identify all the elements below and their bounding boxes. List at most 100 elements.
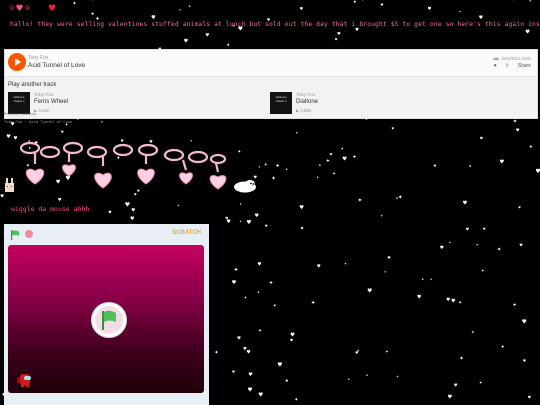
star-sparkle-icon: ✦	[459, 10, 462, 14]
star-sparkle-icon: ✦	[177, 204, 180, 208]
star-sparkle-icon: ♥	[335, 37, 338, 41]
star-sparkle-icon: ♥	[108, 210, 112, 215]
seal-pixel-icon	[234, 180, 256, 193]
star-sparkle-icon: ♥	[353, 0, 356, 4]
star-sparkle-icon: ♥	[330, 153, 333, 157]
privacy-policy-link[interactable]: Privacy policy	[4, 111, 36, 116]
star-sparkle-icon: ♥	[300, 6, 304, 11]
star-sparkle-icon: ♥	[125, 201, 130, 208]
star-sparkle-icon: ✦	[239, 202, 242, 206]
star-sparkle-icon: ♥	[290, 338, 294, 343]
star-sparkle-icon: ✦	[481, 268, 485, 273]
star-sparkle-icon: ♥	[248, 372, 253, 378]
star-sparkle-icon: ✦	[239, 220, 242, 224]
track-credit-link[interactable]: Toby Fox · Acid Tunnel of Love	[4, 119, 73, 124]
star-sparkle-icon: ♥	[246, 349, 250, 355]
share-button[interactable]: ⇪ Share	[505, 63, 531, 69]
star-sparkle-icon: ✦	[513, 118, 518, 125]
star-sparkle-icon: ✦	[361, 0, 364, 2]
star-sparkle-icon: ♥	[255, 213, 260, 219]
star-sparkle-icon: ✦	[471, 330, 475, 335]
star-sparkle-icon: ✦	[275, 163, 280, 170]
star-sparkle-icon: ♥	[232, 370, 235, 374]
star-sparkle-icon: ♥	[387, 255, 391, 260]
star-sparkle-icon: ♥	[13, 135, 17, 141]
star-sparkle-icon: ♥	[91, 12, 94, 16]
crewmate-sprite-icon	[17, 374, 31, 387]
play-button[interactable]	[8, 53, 26, 71]
star-sparkle-icon: ♥	[232, 280, 237, 286]
star-sparkle-icon: ♥	[58, 197, 62, 203]
play-count: ▶ 3.88K	[296, 108, 312, 113]
star-sparkle-icon: ✦	[348, 377, 351, 381]
star-sparkle-icon: ♥	[516, 128, 520, 134]
star-sparkle-icon: ✦	[271, 175, 276, 182]
star-sparkle-icon: ✦	[497, 246, 502, 253]
bunny-pixel-icon	[5, 178, 14, 192]
star-sparkle-icon: ♥	[355, 351, 358, 355]
star-sparkle-icon: ✦	[101, 120, 104, 124]
star-sparkle-icon: ♥	[151, 15, 156, 21]
soundcloud-logo[interactable]: ☁ SOUNDCLOUD	[492, 54, 531, 62]
scratch-project-embed: SCRATCH	[4, 224, 209, 405]
star-sparkle-icon: ♥	[367, 288, 372, 295]
star-sparkle-icon: ✦	[352, 155, 357, 161]
star-sparkle-icon: ✦	[459, 355, 464, 362]
star-sparkle-icon: ♥	[248, 387, 253, 394]
star-sparkle-icon: ♥	[277, 362, 282, 369]
star-sparkle-icon: ✦	[90, 0, 95, 3]
star-sparkle-icon: ✦	[226, 43, 230, 49]
star-sparkle-icon: ✦	[366, 373, 369, 377]
star-sparkle-icon: ♥	[0, 193, 4, 199]
star-sparkle-icon: ♥	[301, 227, 304, 231]
star-sparkle-icon: ♥	[61, 130, 64, 134]
star-sparkle-icon: ♥	[380, 3, 383, 7]
star-sparkle-icon: ✦	[326, 159, 331, 165]
track-artist[interactable]: Toby Fox	[28, 55, 48, 61]
star-sparkle-icon: ✦	[285, 168, 288, 172]
star-sparkle-icon: ♥	[257, 262, 261, 268]
related-title[interactable]: Dialtone	[296, 99, 318, 105]
wiggle-caption: wiggle da mouse ahhh	[11, 205, 90, 213]
star-sparkle-icon: ♥	[184, 38, 189, 44]
star-sparkle-icon: ✦	[258, 328, 262, 334]
start-flag-button[interactable]	[91, 302, 127, 338]
star-sparkle-icon: ✦	[468, 164, 472, 169]
play-count: ▶ 3.81K	[34, 108, 50, 113]
related-artist[interactable]: Toby Fox	[34, 93, 53, 98]
star-sparkle-icon: ✦	[380, 214, 383, 218]
star-sparkle-icon: ✦	[358, 197, 363, 204]
green-flag-icon[interactable]	[10, 230, 20, 240]
star-sparkle-icon: ♥	[525, 30, 530, 36]
star-sparkle-icon: ✦	[449, 240, 452, 244]
star-sparkle-icon: ✦	[244, 295, 248, 300]
star-sparkle-icon: ♥	[518, 205, 521, 209]
project-stage[interactable]	[8, 245, 204, 393]
star-sparkle-icon: ✦	[258, 165, 261, 169]
cloud-icon: ☁	[492, 55, 500, 62]
heart-charm-chain-image	[19, 141, 227, 190]
star-sparkle-icon: ♥	[528, 394, 532, 399]
star-sparkle-icon: ♥	[6, 134, 11, 140]
like-heart-icon[interactable]: ♥	[494, 63, 497, 69]
track-title[interactable]: Acid Tunnel of Love	[28, 62, 85, 69]
star-sparkle-icon: ♥	[513, 303, 516, 307]
heart-icon: ♥	[48, 4, 57, 14]
star-sparkle-icon: ♥	[519, 243, 523, 248]
scratch-logo[interactable]: SCRATCH	[172, 230, 201, 236]
star-sparkle-icon: ♥	[225, 216, 228, 220]
stop-icon[interactable]	[25, 230, 33, 238]
star-sparkle-icon: ✦	[294, 397, 298, 403]
player-header: Toby Fox Acid Tunnel of Love ☁ SOUNDCLOUD…	[5, 50, 537, 77]
star-sparkle-icon: ✦	[188, 3, 192, 8]
related-artist[interactable]: Toby Fox	[296, 93, 315, 98]
star-sparkle-icon: ✦	[214, 350, 219, 356]
star-sparkle-icon: ♥	[417, 294, 422, 300]
star-sparkle-icon: ♥	[342, 157, 347, 163]
star-sparkle-icon: ♥	[131, 207, 135, 213]
star-sparkle-icon: ✦	[476, 243, 479, 247]
star-sparkle-icon: ✦	[273, 303, 277, 309]
related-title[interactable]: Ferris Wheel	[34, 99, 68, 105]
star-sparkle-icon: ♥	[440, 245, 444, 251]
star-sparkle-icon: ♥	[246, 219, 251, 226]
